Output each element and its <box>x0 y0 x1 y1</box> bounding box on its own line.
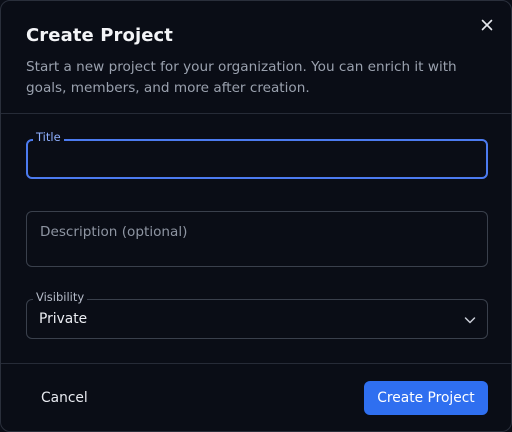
cancel-button[interactable]: Cancel <box>27 381 102 415</box>
title-input[interactable] <box>26 139 488 179</box>
dialog-header: Create Project Start a new project for y… <box>26 25 491 99</box>
visibility-select[interactable]: Private <box>26 299 488 339</box>
create-project-dialog: Create Project Start a new project for y… <box>0 0 512 432</box>
dialog-title: Create Project <box>26 25 174 46</box>
visibility-selected-value: Private <box>39 311 88 327</box>
visibility-field-label: Visibility <box>33 290 88 304</box>
description-input[interactable]: Description (optional) <box>26 211 488 267</box>
create-project-button[interactable]: Create Project <box>364 381 488 415</box>
footer-divider <box>1 363 511 364</box>
dialog-subtitle: Start a new project for your organizatio… <box>26 59 457 96</box>
header-divider <box>1 113 511 114</box>
chevron-down-icon <box>464 317 476 324</box>
title-field-label: Title <box>33 130 64 144</box>
description-placeholder: Description (optional) <box>40 224 188 240</box>
